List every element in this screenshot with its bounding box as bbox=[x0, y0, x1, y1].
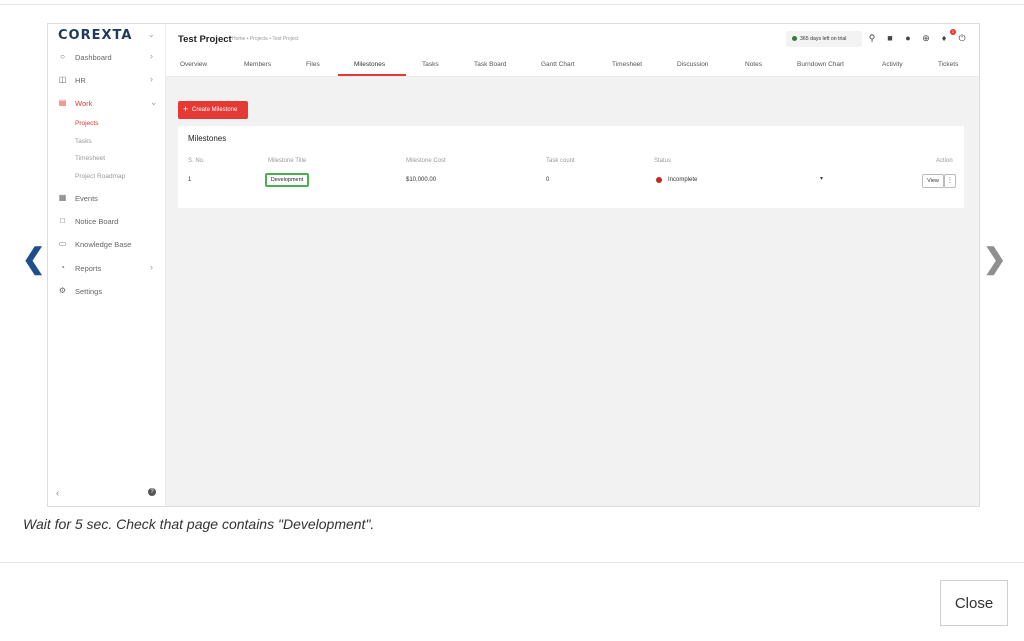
previous-arrow-icon[interactable]: ❮ bbox=[22, 245, 45, 273]
bell-icon[interactable]: ♦ bbox=[938, 32, 950, 44]
help-icon[interactable]: ? bbox=[148, 488, 156, 496]
tab-timesheet[interactable]: Timesheet bbox=[612, 61, 642, 68]
breadcrumb: Home • Projects • Test Project bbox=[232, 36, 299, 42]
tab-notes[interactable]: Notes bbox=[745, 61, 762, 68]
chat-icon[interactable]: ■ bbox=[884, 32, 896, 44]
status-dot-icon bbox=[792, 36, 797, 41]
briefcase-icon: ▤ bbox=[58, 98, 67, 107]
tab-discussion[interactable]: Discussion bbox=[677, 61, 708, 68]
sidebar-item-hr[interactable]: ◫ HR › bbox=[48, 72, 165, 90]
sidebar-subitem-projects[interactable]: Projects bbox=[75, 120, 98, 127]
column-header: S. No. bbox=[188, 158, 205, 164]
sidebar-item-settings[interactable]: ⚙ Settings bbox=[48, 283, 165, 301]
view-button[interactable]: View bbox=[922, 174, 944, 188]
search-icon[interactable]: ⚲ bbox=[866, 32, 878, 44]
people-icon: ◫ bbox=[58, 75, 67, 84]
dropdown-caret-icon[interactable]: ▾ bbox=[820, 175, 823, 182]
active-tab-indicator bbox=[338, 74, 406, 76]
tab-milestones[interactable]: Milestones bbox=[354, 61, 385, 68]
clock-icon[interactable]: ● bbox=[902, 32, 914, 44]
tab-members[interactable]: Members bbox=[244, 61, 271, 68]
step-caption: Wait for 5 sec. Check that page contains… bbox=[23, 516, 375, 532]
sidebar-subitem-tasks[interactable]: Tasks bbox=[75, 138, 92, 145]
add-icon[interactable]: ⊕ bbox=[920, 32, 932, 44]
tab-overview[interactable]: Overview bbox=[180, 61, 207, 68]
dashboard-icon: ○ bbox=[60, 52, 65, 61]
sidebar-item-dashboard[interactable]: ○ Dashboard › bbox=[48, 49, 165, 67]
main-content: Test Project Home • Projects • Test Proj… bbox=[166, 24, 979, 506]
status-value[interactable]: Incomplete bbox=[668, 177, 697, 183]
page-title: Test Project bbox=[178, 34, 232, 45]
create-milestone-button[interactable]: + Create Milestone bbox=[178, 101, 248, 119]
tab-gantt-chart[interactable]: Gantt Chart bbox=[541, 61, 575, 68]
close-button[interactable]: Close bbox=[940, 580, 1008, 626]
chevron-down-icon: ⌄ bbox=[150, 97, 158, 107]
footer-divider bbox=[0, 562, 1024, 563]
sidebar-item-events[interactable]: ▦ Events bbox=[48, 190, 165, 208]
chevron-right-icon: › bbox=[150, 262, 153, 272]
book-icon: ▭ bbox=[58, 239, 67, 248]
chart-icon: ◔ bbox=[60, 263, 65, 272]
tab-tasks[interactable]: Tasks bbox=[422, 61, 439, 68]
column-header: Milestone Title bbox=[268, 158, 307, 164]
gear-icon: ⚙ bbox=[58, 286, 67, 295]
sidebar-subitem-timesheet[interactable]: Timesheet bbox=[75, 155, 105, 162]
power-icon[interactable]: ⏻ bbox=[956, 32, 968, 44]
app-logo: COREXTA bbox=[58, 28, 133, 43]
tab-tickets[interactable]: Tickets bbox=[938, 61, 958, 68]
chevron-right-icon: › bbox=[150, 51, 153, 61]
row-serial: 1 bbox=[188, 177, 192, 183]
milestone-title-highlighted[interactable]: Development bbox=[265, 173, 309, 187]
milestones-card: Milestones S. No. Milestone Title Milest… bbox=[178, 126, 964, 208]
more-options-icon[interactable]: ⋮ bbox=[944, 174, 956, 188]
column-header: Status bbox=[654, 158, 672, 164]
tab-burndown-chart[interactable]: Burndown Chart bbox=[797, 61, 844, 68]
tab-files[interactable]: Files bbox=[306, 61, 320, 68]
sidebar-item-reports[interactable]: ◔ Reports › bbox=[48, 260, 165, 278]
project-header: Test Project Home • Projects • Test Proj… bbox=[166, 24, 979, 77]
screenshot-frame: COREXTA ⌄ ○ Dashboard › ◫ HR › ▤ Work ⌄ … bbox=[47, 23, 980, 507]
plus-icon: + bbox=[183, 104, 189, 114]
collapse-sidebar-icon[interactable]: ‹ bbox=[56, 488, 59, 499]
trial-badge[interactable]: 365 days left on trial bbox=[786, 31, 862, 47]
task-count: 0 bbox=[546, 177, 550, 183]
next-arrow-icon[interactable]: ❯ bbox=[983, 245, 1006, 273]
milestones-title: Milestones bbox=[188, 134, 227, 143]
sidebar-item-notice-board[interactable]: □ Notice Board bbox=[48, 213, 165, 231]
calendar-icon: ▦ bbox=[58, 193, 67, 202]
tab-activity[interactable]: Activity bbox=[882, 61, 903, 68]
sidebar-subitem-roadmap[interactable]: Project Roadmap bbox=[75, 173, 125, 180]
sidebar-item-knowledge-base[interactable]: ▭ Knowledge Base bbox=[48, 236, 165, 254]
column-header: Task count bbox=[546, 158, 575, 164]
column-header: Milestone Cost bbox=[406, 158, 446, 164]
status-dot-icon bbox=[656, 177, 662, 183]
top-divider bbox=[0, 4, 1024, 5]
clipboard-icon: □ bbox=[60, 216, 65, 225]
sidebar-item-work[interactable]: ▤ Work ⌄ bbox=[48, 95, 165, 113]
chevron-down-icon[interactable]: ⌄ bbox=[148, 30, 155, 39]
milestone-cost: $10,000.00 bbox=[406, 177, 437, 183]
column-header: Action bbox=[936, 158, 953, 164]
tab-task-board[interactable]: Task Board bbox=[474, 61, 507, 68]
chevron-right-icon: › bbox=[150, 74, 153, 84]
sidebar: COREXTA ⌄ ○ Dashboard › ◫ HR › ▤ Work ⌄ … bbox=[48, 24, 166, 506]
